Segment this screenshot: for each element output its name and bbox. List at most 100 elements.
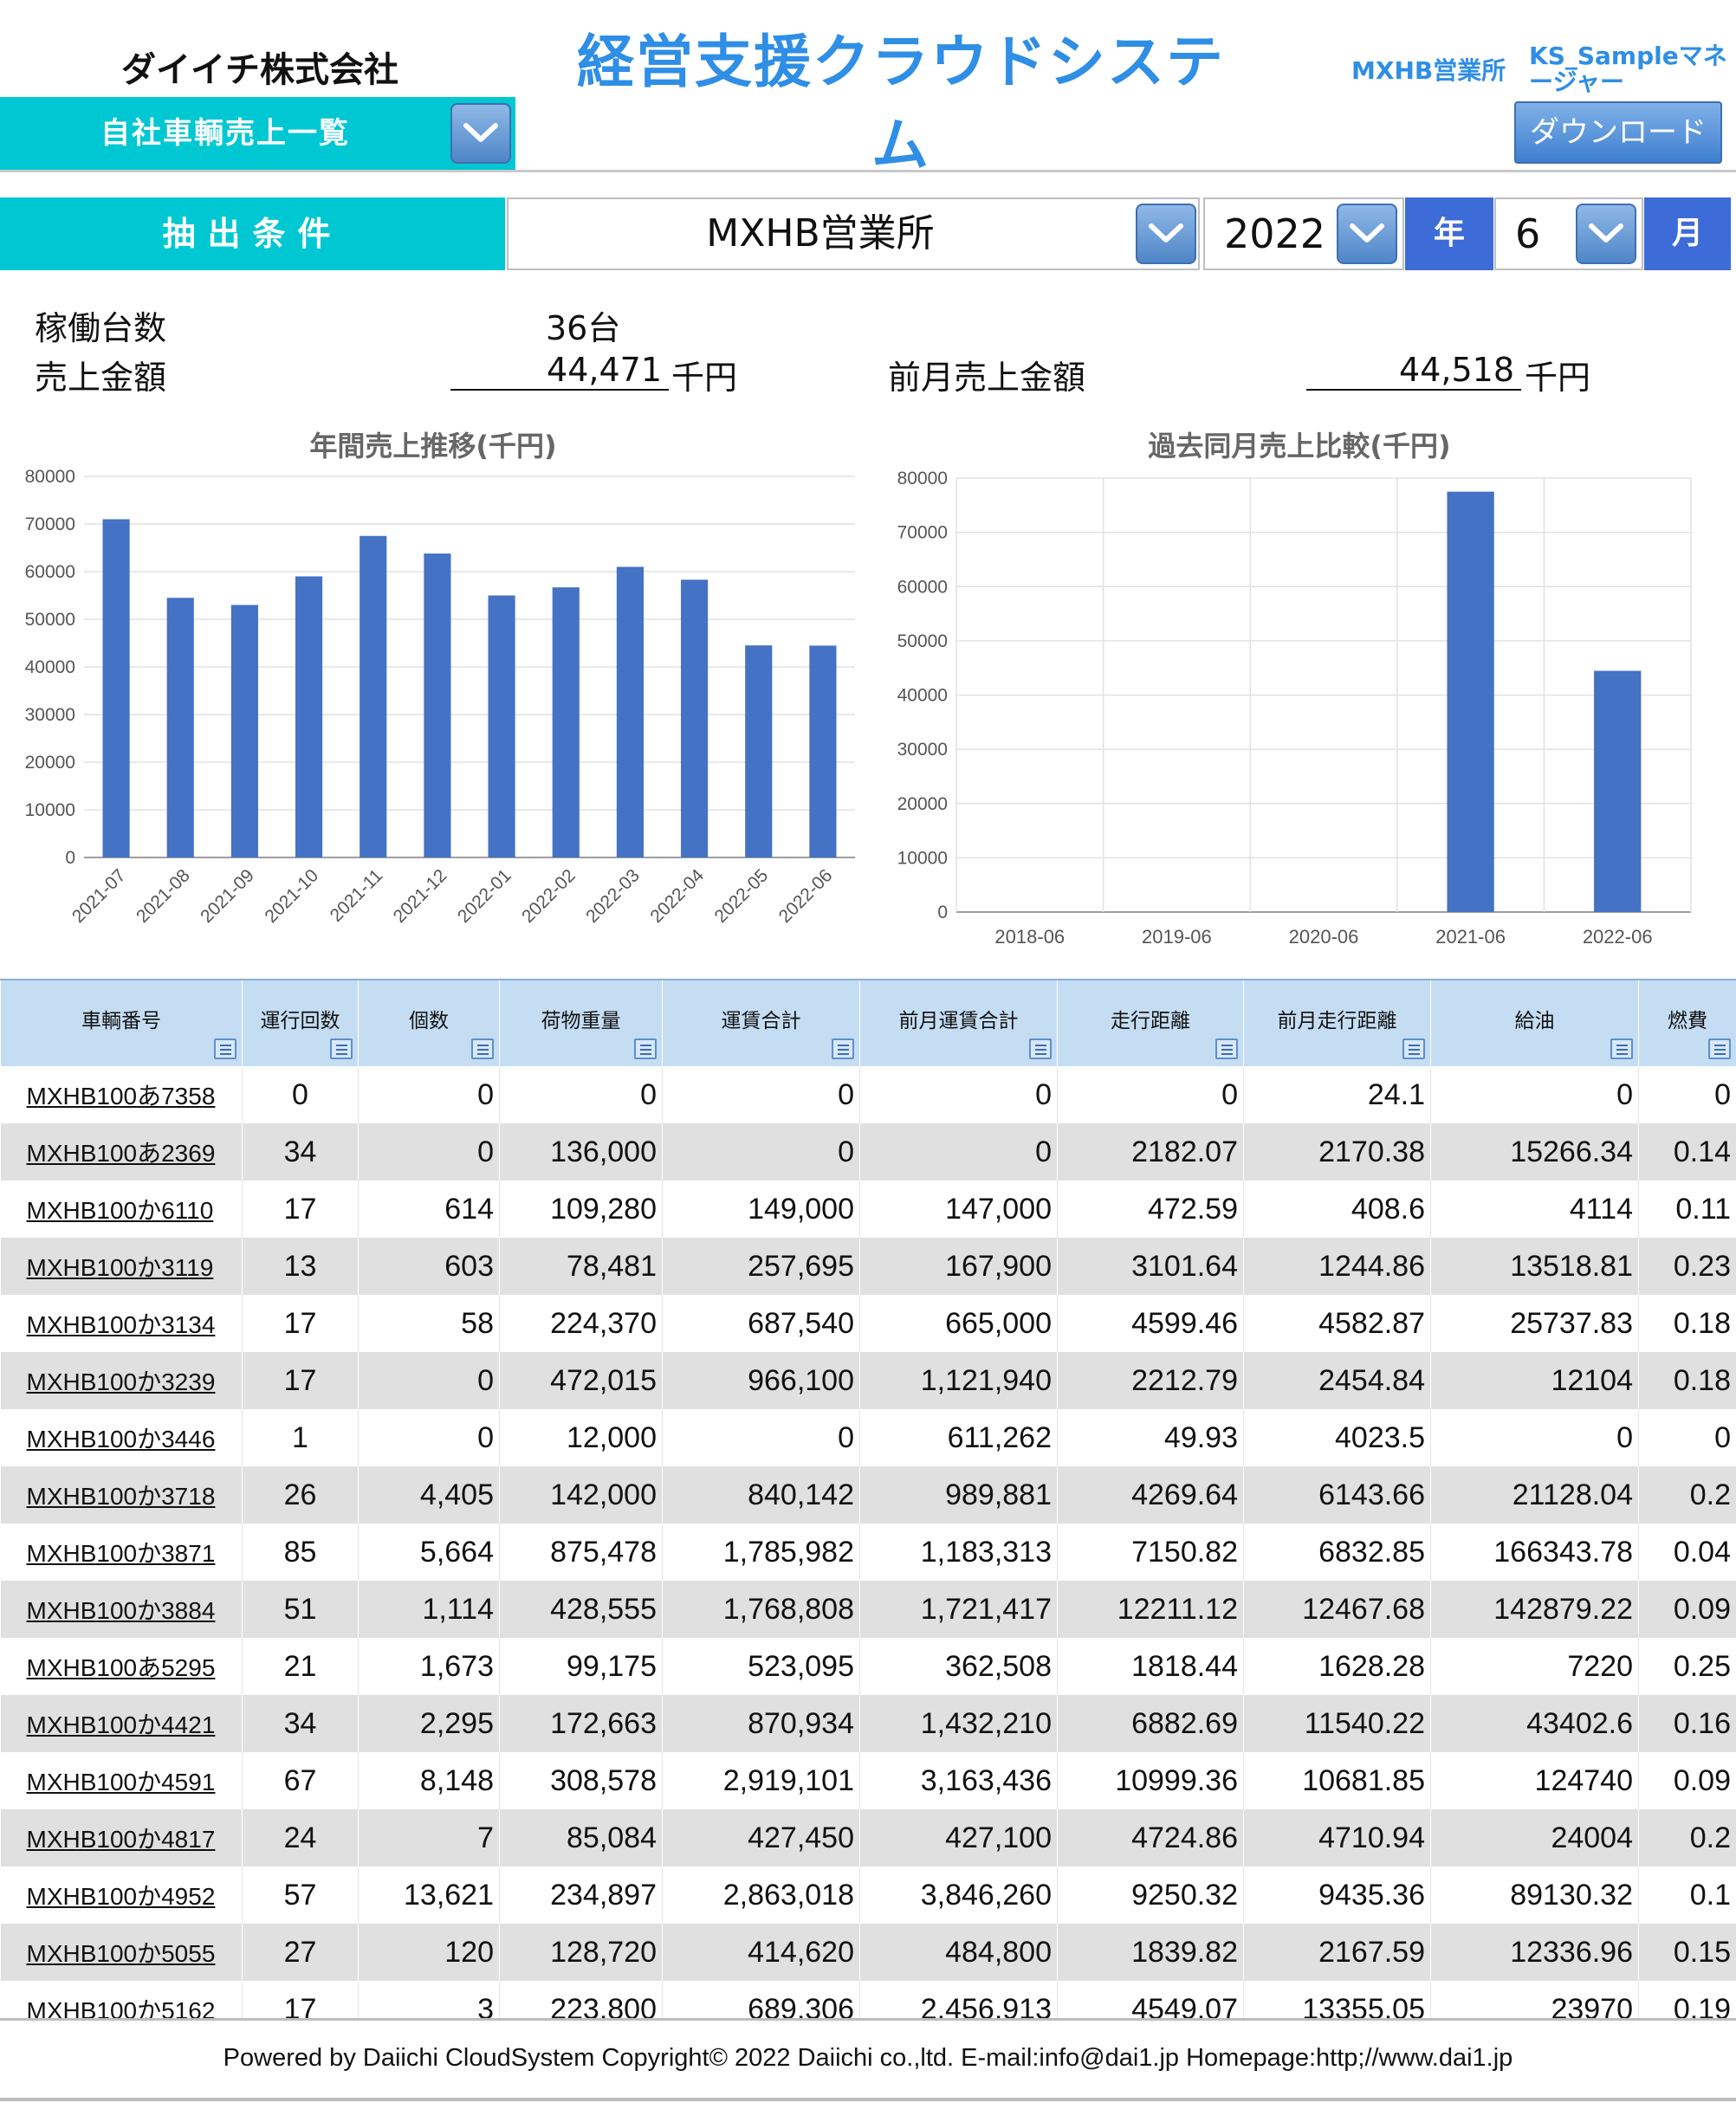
table-cell: 85,084 xyxy=(499,1809,663,1866)
table-cell: 17 xyxy=(242,1295,359,1352)
y-tick-label: 40000 xyxy=(897,686,948,706)
vehicle-number-link[interactable]: MXHB100あ2369 xyxy=(0,1123,243,1181)
vehicle-number-link[interactable]: MXHB100か3718 xyxy=(0,1466,243,1524)
column-filter-icon[interactable] xyxy=(330,1038,353,1059)
table-row: MXHB100あ2369 34 0 136,000 0 0 2182.07 2170.38 15… xyxy=(0,1123,1736,1181)
column-filter-icon[interactable] xyxy=(1029,1038,1052,1059)
month-select[interactable]: 6 xyxy=(1494,197,1643,270)
x-tick-label: 2021-08 xyxy=(133,865,194,927)
column-filter-icon[interactable] xyxy=(1402,1038,1425,1059)
table-cell: 0 xyxy=(859,1123,1058,1181)
column-filter-icon[interactable] xyxy=(832,1038,854,1059)
vehicle-number-link[interactable]: MXHB100あ5295 xyxy=(0,1638,243,1695)
bar[interactable] xyxy=(1594,670,1642,912)
bar[interactable] xyxy=(166,598,194,857)
column-header[interactable]: 前月走行距離 xyxy=(1243,979,1431,1067)
column-header-label: 走行距離 xyxy=(1111,1010,1190,1033)
y-tick-label: 50000 xyxy=(897,631,948,651)
column-filter-icon[interactable] xyxy=(214,1038,236,1059)
column-filter-icon[interactable] xyxy=(1610,1038,1633,1059)
table-cell: 172,663 xyxy=(499,1695,663,1752)
table-row: MXHB100か4421 34 2,295 172,663 870,934 1,432,2… xyxy=(0,1695,1736,1752)
footer-copyright: Powered by Daiichi CloudSystem Copyright… xyxy=(223,2044,1513,2072)
table-cell: 0 xyxy=(859,1066,1058,1123)
table-cell: 4,405 xyxy=(358,1466,500,1524)
vehicle-number-link[interactable]: MXHB100か3119 xyxy=(0,1238,243,1295)
bar[interactable] xyxy=(552,587,580,857)
office-label: MXHB営業所 xyxy=(1351,56,1506,85)
vehicle-number-link[interactable]: MXHB100か5055 xyxy=(0,1924,243,1981)
table-cell: 1,673 xyxy=(358,1638,500,1695)
column-filter-icon[interactable] xyxy=(634,1038,657,1059)
bar[interactable] xyxy=(295,576,323,858)
vehicle-number-link[interactable]: MXHB100か3871 xyxy=(0,1524,243,1581)
column-header[interactable]: 運賃合計 xyxy=(662,979,860,1067)
bar[interactable] xyxy=(745,645,773,857)
table-cell: 25737.83 xyxy=(1430,1295,1639,1352)
table-cell: 109,280 xyxy=(499,1181,663,1238)
table-cell: 0 xyxy=(1430,1409,1639,1466)
column-filter-icon[interactable] xyxy=(1708,1038,1731,1059)
vehicle-number-link[interactable]: MXHB100か3446 xyxy=(0,1409,243,1466)
bar[interactable] xyxy=(681,579,709,857)
vehicle-number-link[interactable]: MXHB100か5162 xyxy=(0,1981,243,2018)
table-cell: 0.2 xyxy=(1638,1466,1736,1524)
table-cell: 10999.36 xyxy=(1057,1752,1244,1809)
menu-dropdown-button[interactable] xyxy=(450,103,511,164)
table-cell: 414,620 xyxy=(662,1924,860,1981)
vehicle-number-link[interactable]: MXHB100か4591 xyxy=(0,1752,243,1809)
office-dropdown-button[interactable] xyxy=(1136,204,1196,264)
vehicle-number-link[interactable]: MXHB100か4952 xyxy=(0,1866,243,1924)
table-cell: 0 xyxy=(662,1066,860,1123)
bar[interactable] xyxy=(230,605,258,858)
year-dropdown-button[interactable] xyxy=(1337,204,1397,264)
bar[interactable] xyxy=(1447,491,1494,912)
table-cell: 67 xyxy=(242,1752,359,1809)
bar[interactable] xyxy=(360,535,387,857)
column-header[interactable]: 走行距離 xyxy=(1057,979,1244,1067)
column-header[interactable]: 荷物重量 xyxy=(499,979,663,1067)
column-filter-icon[interactable] xyxy=(1215,1038,1238,1059)
bar[interactable] xyxy=(616,566,644,858)
column-header[interactable]: 前月運賃合計 xyxy=(859,979,1058,1067)
vehicle-number-link[interactable]: MXHB100か3239 xyxy=(0,1352,243,1409)
table-cell: 603 xyxy=(358,1238,500,1295)
y-tick-label: 30000 xyxy=(25,705,75,725)
table-cell: 49.93 xyxy=(1057,1409,1244,1466)
bar[interactable] xyxy=(488,595,515,858)
column-header[interactable]: 車輌番号 xyxy=(0,979,243,1067)
download-button[interactable]: ダウンロード xyxy=(1514,101,1722,164)
vehicle-number-link[interactable]: MXHB100か4421 xyxy=(0,1695,243,1752)
table-cell: 58 xyxy=(358,1295,500,1352)
table-cell: 0 xyxy=(358,1352,500,1409)
vehicle-number-link[interactable]: MXHB100か3134 xyxy=(0,1295,243,1352)
column-header[interactable]: 燃費 xyxy=(1638,979,1736,1067)
prev-month-sales-unit: 千円 xyxy=(1525,359,1591,397)
column-filter-icon[interactable] xyxy=(471,1038,494,1059)
vehicle-number-link[interactable]: MXHB100か6110 xyxy=(0,1181,243,1238)
vehicle-number-link[interactable]: MXHB100あ7358 xyxy=(0,1066,243,1123)
office-select[interactable]: MXHB営業所 xyxy=(507,197,1200,270)
year-select[interactable]: 2022 xyxy=(1203,197,1404,270)
bar[interactable] xyxy=(424,553,451,857)
table-cell: 0.18 xyxy=(1638,1352,1736,1409)
table-cell: 1628.28 xyxy=(1243,1638,1431,1695)
month-dropdown-button[interactable] xyxy=(1576,204,1636,264)
table-cell: 1,121,940 xyxy=(859,1352,1058,1409)
table-cell: 142879.22 xyxy=(1430,1581,1639,1638)
column-header[interactable]: 個数 xyxy=(358,979,500,1067)
column-header[interactable]: 給油 xyxy=(1430,979,1639,1067)
vehicle-number-link[interactable]: MXHB100か4817 xyxy=(0,1809,243,1866)
user-label[interactable]: KS_Sampleマネージャー xyxy=(1529,43,1728,95)
bar[interactable] xyxy=(102,519,130,858)
vehicle-sales-table-container[interactable]: 車輌番号 運行回数 個数 荷物重量 運賃合計 前月運賃合計 走行距離 前月走行距離 給油 燃費 M… xyxy=(0,979,1736,2018)
x-tick-label: 2022-02 xyxy=(518,865,580,927)
table-cell: 2,456,913 xyxy=(859,1981,1058,2018)
vehicle-number-link[interactable]: MXHB100か3884 xyxy=(0,1581,243,1638)
table-cell: 12,000 xyxy=(499,1409,663,1466)
bar[interactable] xyxy=(809,645,837,857)
column-header[interactable]: 運行回数 xyxy=(242,979,359,1067)
table-row: MXHB100か6110 17 614 109,280 149,000 147,000 47… xyxy=(0,1181,1736,1238)
table-cell: 472,015 xyxy=(499,1352,663,1409)
table-cell: 2167.59 xyxy=(1243,1924,1431,1981)
